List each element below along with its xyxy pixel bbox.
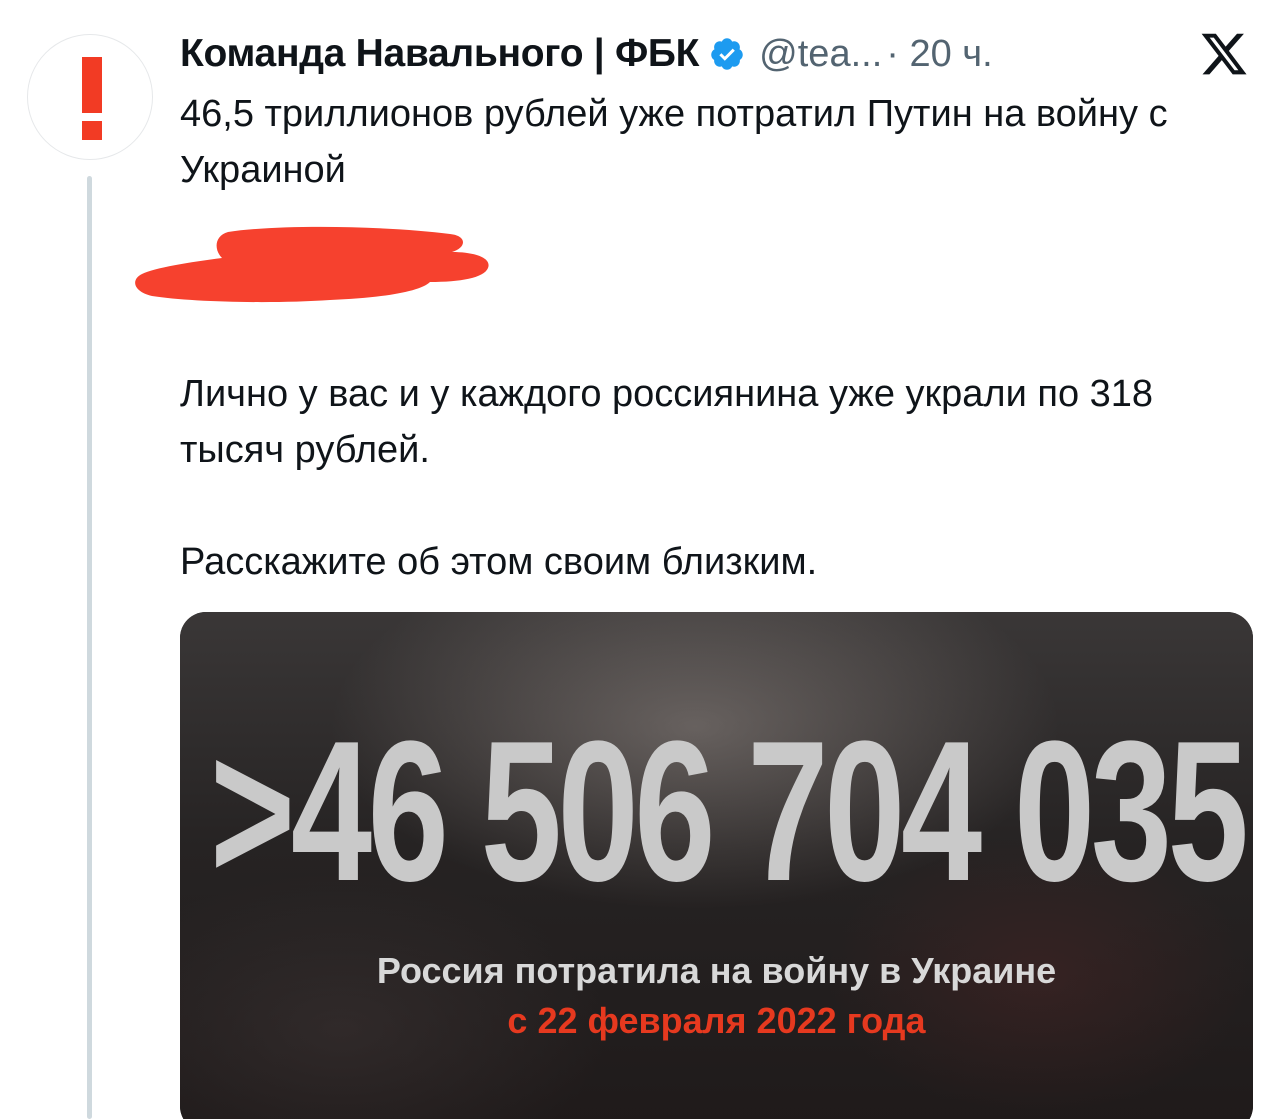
tweet-header: Команда Навального | ФБК @tea... · 20 ч. [180, 26, 1250, 82]
tweet-timestamp[interactable]: · 20 ч. [886, 33, 992, 76]
x-logo-icon [1201, 33, 1247, 75]
avatar-exclamation-bar [82, 57, 102, 113]
tweet-text-paragraph-2: Лично у вас и у каждого россиянина уже у… [180, 373, 1154, 471]
redaction-scribble [135, 226, 489, 303]
spending-amount: >46 506 704 035 230 ₽ [210, 700, 1253, 923]
verified-badge-icon [711, 38, 743, 70]
author-name[interactable]: Команда Навального | ФБК [180, 32, 699, 76]
tweet-card: Команда Навального | ФБК @tea... · 20 ч.… [0, 0, 1280, 1119]
tweet-text-paragraph-1: 46,5 триллионов рублей уже потратил Пути… [180, 93, 1168, 191]
tweet-text-paragraph-3: Расскажите об этом своим близким. [180, 541, 818, 583]
media-caption-line-1: Россия потратила на войну в Украине [376, 950, 1057, 991]
author-handle[interactable]: @tea... [759, 33, 882, 76]
tweet-media-image[interactable]: >46 506 704 035 230 ₽ Россия потратила н… [180, 612, 1253, 1119]
media-caption-line-2: с 22 февраля 2022 года [507, 1000, 926, 1041]
thread-line [87, 176, 92, 1119]
author-avatar[interactable] [27, 34, 153, 160]
avatar-exclamation-dot [82, 121, 102, 140]
